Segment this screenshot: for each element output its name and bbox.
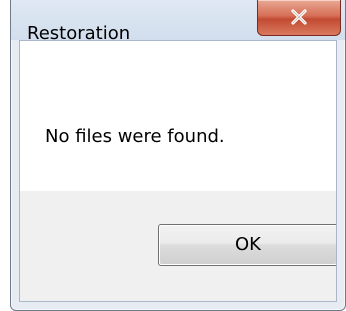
- message-text: No files were found.: [45, 126, 225, 147]
- close-button[interactable]: [257, 0, 341, 36]
- close-icon: [291, 9, 307, 25]
- title-bar[interactable]: Restoration: [11, 0, 345, 44]
- button-area: OK: [20, 191, 336, 301]
- dialog-window: Restoration No files were found. OK: [10, 0, 346, 311]
- dialog-client-area: No files were found. OK: [19, 40, 337, 302]
- ok-button[interactable]: OK: [158, 224, 336, 266]
- message-area: No files were found.: [20, 41, 336, 191]
